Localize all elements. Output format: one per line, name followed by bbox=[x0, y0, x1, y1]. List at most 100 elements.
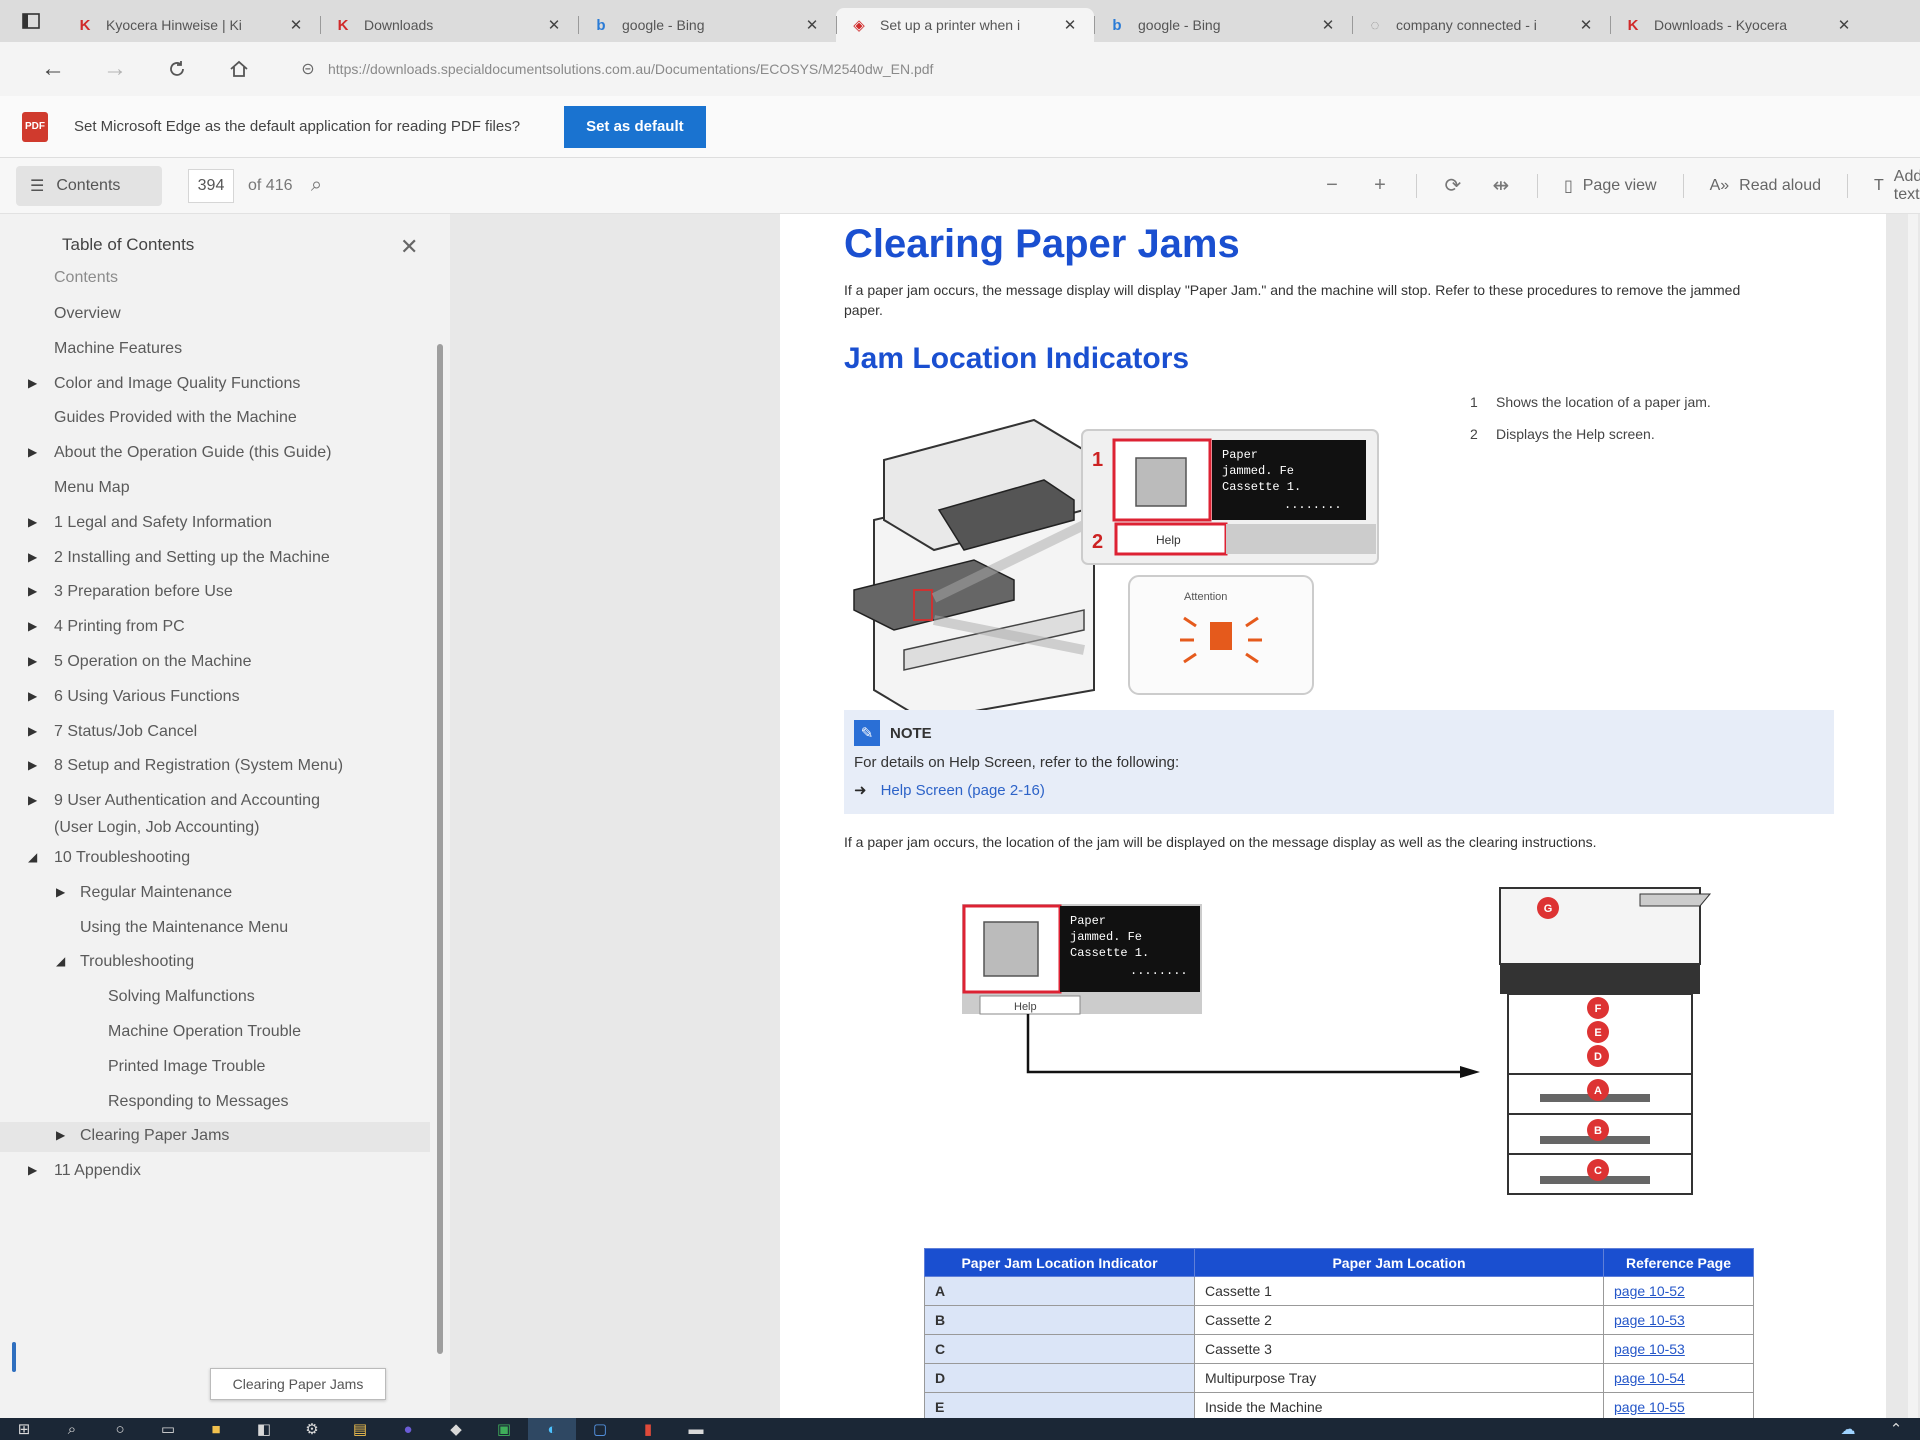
toc-item[interactable]: Using the Maintenance Menu bbox=[0, 914, 430, 944]
pdf-icon[interactable]: ▮ bbox=[624, 1418, 672, 1440]
toc-item[interactable]: ▶ 9 User Authentication and Accounting (Us… bbox=[0, 787, 430, 843]
reference-link[interactable]: page 10-55 bbox=[1614, 1399, 1685, 1415]
reference-link[interactable]: page 10-53 bbox=[1614, 1312, 1685, 1328]
toc-item[interactable]: Menu Map bbox=[0, 474, 430, 504]
task-view-icon[interactable]: ▭ bbox=[144, 1418, 192, 1440]
toc-item[interactable]: ▶ 4 Printing from PC bbox=[0, 613, 430, 643]
browser-tab[interactable]: K Kyocera Hinweise | Ki ✕ bbox=[62, 8, 320, 42]
read-aloud-button[interactable]: A» Read aloud bbox=[1696, 177, 1835, 195]
browser-tab[interactable]: K Downloads ✕ bbox=[320, 8, 578, 42]
close-tab-icon[interactable]: ✕ bbox=[1576, 16, 1596, 34]
search-icon[interactable]: ⌕ bbox=[48, 1418, 96, 1440]
rotate-icon[interactable]: ⟳ bbox=[1429, 173, 1477, 198]
expand-arrow-icon[interactable]: ▶ bbox=[28, 370, 37, 397]
expand-arrow-icon[interactable]: ▶ bbox=[28, 578, 37, 605]
expand-arrow-icon[interactable]: ▶ bbox=[28, 787, 37, 814]
toc-item[interactable]: Guides Provided with the Machine bbox=[0, 404, 430, 434]
expand-arrow-icon[interactable]: ▶ bbox=[56, 879, 65, 906]
url-field[interactable]: ⊝ https://downloads.specialdocumentsolut… bbox=[288, 49, 1920, 89]
toc-item[interactable]: ◢ 10 Troubleshooting bbox=[0, 844, 430, 874]
toc-item[interactable]: Printed Image Trouble bbox=[0, 1053, 430, 1083]
toc-item[interactable]: Contents bbox=[0, 264, 430, 294]
edge-icon[interactable]: ◐ bbox=[528, 1418, 576, 1440]
expand-arrow-icon[interactable]: ▶ bbox=[28, 613, 37, 640]
browser-tab[interactable]: b google - Bing ✕ bbox=[578, 8, 836, 42]
close-tab-icon[interactable]: ✕ bbox=[1060, 16, 1080, 34]
add-text-button[interactable]: T Add text bbox=[1860, 168, 1920, 204]
contents-button[interactable]: ☰ Contents bbox=[16, 165, 162, 206]
refresh-button[interactable] bbox=[146, 49, 208, 89]
page-number-input[interactable]: 394 bbox=[188, 168, 234, 203]
close-tab-icon[interactable]: ✕ bbox=[1834, 16, 1854, 34]
settings-icon[interactable]: ⚙ bbox=[288, 1418, 336, 1440]
app-icon[interactable]: ● bbox=[384, 1418, 432, 1440]
zoom-out-icon[interactable]: − bbox=[1308, 174, 1356, 197]
toc-item[interactable]: ▶ 3 Preparation before Use bbox=[0, 578, 430, 608]
expand-arrow-icon[interactable]: ▶ bbox=[28, 509, 37, 536]
toc-item[interactable]: ▶ 1 Legal and Safety Information bbox=[0, 509, 430, 539]
reference-link[interactable]: page 10-53 bbox=[1614, 1341, 1685, 1357]
set-as-default-button[interactable]: Set as default bbox=[564, 105, 706, 148]
toc-item[interactable]: ▶ Color and Image Quality Functions bbox=[0, 370, 430, 400]
expand-arrow-icon[interactable]: ▶ bbox=[28, 439, 37, 466]
toc-scrollbar[interactable] bbox=[437, 344, 443, 1354]
expand-arrow-icon[interactable]: ▶ bbox=[28, 1157, 37, 1184]
browser-tab[interactable]: ◌ company connected - i ✕ bbox=[1352, 8, 1610, 42]
search-icon[interactable]: ⌕ bbox=[292, 174, 340, 197]
tray-icon[interactable]: ⌃ bbox=[1872, 1418, 1920, 1440]
document-scrollbar[interactable] bbox=[1908, 214, 1918, 1418]
cortana-icon[interactable]: ○ bbox=[96, 1418, 144, 1440]
site-info-icon[interactable]: ⊝ bbox=[288, 59, 328, 79]
toc-item[interactable]: ▶ 11 Appendix bbox=[0, 1157, 430, 1187]
app-icon[interactable]: ◆ bbox=[432, 1418, 480, 1440]
tab-actions-button[interactable] bbox=[0, 0, 62, 42]
expand-arrow-icon[interactable]: ▶ bbox=[28, 752, 37, 779]
app-icon[interactable]: ◧ bbox=[240, 1418, 288, 1440]
back-button[interactable]: ← bbox=[22, 49, 84, 89]
toc-item[interactable]: ▶ 6 Using Various Functions bbox=[0, 683, 430, 713]
fit-width-icon[interactable]: ⇹ bbox=[1477, 173, 1525, 198]
close-tab-icon[interactable]: ✕ bbox=[286, 16, 306, 34]
help-screen-link[interactable]: Help Screen (page 2-16) bbox=[881, 782, 1045, 799]
document-viewport[interactable]: Clearing Paper Jams If a paper jam occur… bbox=[450, 214, 1920, 1418]
browser-tab[interactable]: b google - Bing ✕ bbox=[1094, 8, 1352, 42]
toc-item[interactable]: Solving Malfunctions bbox=[0, 983, 430, 1013]
forward-button[interactable]: → bbox=[84, 49, 146, 89]
page-view-button[interactable]: ▯ Page view bbox=[1550, 176, 1671, 196]
toc-item[interactable]: ▶ 2 Installing and Setting up the Machine bbox=[0, 544, 430, 574]
toc-item[interactable]: Overview bbox=[0, 300, 430, 330]
app-icon[interactable]: ▢ bbox=[576, 1418, 624, 1440]
toc-item[interactable]: ▶ About the Operation Guide (this Guide) bbox=[0, 439, 430, 469]
close-tab-icon[interactable]: ✕ bbox=[544, 16, 564, 34]
home-button[interactable] bbox=[208, 49, 270, 89]
reference-link[interactable]: page 10-52 bbox=[1614, 1283, 1685, 1299]
browser-tab[interactable]: ◈ Set up a printer when i ✕ bbox=[836, 8, 1094, 42]
zoom-in-icon[interactable]: + bbox=[1356, 174, 1404, 197]
close-icon[interactable]: ✕ bbox=[400, 234, 418, 260]
toc-item[interactable]: Machine Features bbox=[0, 335, 430, 365]
toc-item[interactable]: ▶ Regular Maintenance bbox=[0, 879, 430, 909]
toc-item[interactable]: ◢ Troubleshooting bbox=[0, 948, 430, 978]
onedrive-icon[interactable]: ☁ bbox=[1824, 1418, 1872, 1440]
toc-item[interactable]: ▶ Clearing Paper Jams bbox=[0, 1122, 430, 1153]
expand-arrow-icon[interactable]: ▶ bbox=[28, 718, 37, 745]
toc-item[interactable]: ▶ 7 Status/Job Cancel bbox=[0, 718, 430, 748]
toc-item[interactable]: ▶ 8 Setup and Registration (System Menu) bbox=[0, 752, 430, 782]
collapse-arrow-icon[interactable]: ◢ bbox=[56, 948, 65, 975]
app-icon[interactable]: ▬ bbox=[672, 1418, 720, 1440]
browser-tab[interactable]: K Downloads - Kyocera ✕ bbox=[1610, 8, 1868, 42]
expand-arrow-icon[interactable]: ▶ bbox=[28, 683, 37, 710]
file-explorer-icon[interactable]: ■ bbox=[192, 1418, 240, 1440]
reference-link[interactable]: page 10-54 bbox=[1614, 1370, 1685, 1386]
toc-item[interactable]: Machine Operation Trouble bbox=[0, 1018, 430, 1048]
folder-icon[interactable]: ▤ bbox=[336, 1418, 384, 1440]
close-tab-icon[interactable]: ✕ bbox=[1318, 16, 1338, 34]
excel-icon[interactable]: ▣ bbox=[480, 1418, 528, 1440]
collapse-arrow-icon[interactable]: ◢ bbox=[28, 844, 37, 871]
expand-arrow-icon[interactable]: ▶ bbox=[56, 1122, 65, 1149]
toc-item[interactable]: Responding to Messages bbox=[0, 1088, 430, 1118]
expand-arrow-icon[interactable]: ▶ bbox=[28, 648, 37, 675]
expand-arrow-icon[interactable]: ▶ bbox=[28, 544, 37, 571]
start-icon[interactable]: ⊞ bbox=[0, 1418, 48, 1440]
close-tab-icon[interactable]: ✕ bbox=[802, 16, 822, 34]
